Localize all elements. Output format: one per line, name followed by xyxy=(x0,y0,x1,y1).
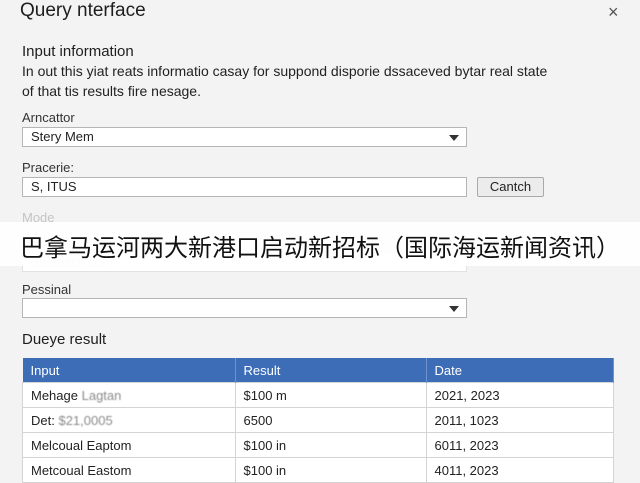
table-header-row: Input Result Date xyxy=(22,358,614,383)
pracerie-label: Pracerie: xyxy=(22,160,75,175)
cell-date: 4011, 2023 xyxy=(425,457,614,483)
close-icon[interactable]: × xyxy=(608,2,619,23)
cell-input: Mehage Lagtan xyxy=(22,382,236,408)
window-title: Query nterface xyxy=(20,0,146,21)
cell-date: 2021, 2023 xyxy=(425,382,614,408)
news-overlay-banner: 巴拿马运河两大新港口启动新招标（国际海运新闻资讯） xyxy=(0,222,640,266)
cantch-button[interactable]: Cantch xyxy=(477,177,544,197)
cell-input-text: Det: xyxy=(31,412,55,428)
column-header-date[interactable]: Date xyxy=(426,358,614,383)
cell-result: $100 m xyxy=(234,382,427,408)
table-row[interactable]: Mehage Lagtan $100 m 2021, 2023 xyxy=(22,382,614,408)
cell-input-text: Melcoual Eaptom xyxy=(31,437,132,453)
column-header-result[interactable]: Result xyxy=(235,358,427,383)
overlay-text: 巴拿马运河两大新港口启动新招标（国际海运新闻资讯） xyxy=(20,234,620,262)
cell-date: 6011, 2023 xyxy=(425,432,614,458)
cell-input: Melcoual Eaptom xyxy=(22,432,236,458)
table-row[interactable]: Det: $21,0005 6500 2011, 1023 xyxy=(22,407,614,433)
input-info-heading: Input information xyxy=(22,43,134,60)
cell-date: 2011, 1023 xyxy=(425,407,614,433)
cell-input: Metcoual Eastom xyxy=(22,457,236,483)
cell-result: $100 in xyxy=(234,457,427,483)
pessinal-label: Pessinal xyxy=(22,282,72,297)
arncattor-label: Arncattor xyxy=(22,110,75,125)
column-header-input[interactable]: Input xyxy=(22,358,236,383)
input-info-line-2: of that tis results fire nesage. xyxy=(22,83,201,99)
arncattor-select[interactable]: Stery Mem xyxy=(22,127,467,147)
pracerie-value: S, ITUS xyxy=(31,179,77,194)
cell-result: 6500 xyxy=(234,407,427,433)
input-info-line-1: In out this yiat reats informatio casay … xyxy=(22,63,548,79)
cell-result: $100 in xyxy=(234,432,427,458)
table-row[interactable]: Metcoual Eastom $100 in 4011, 2023 xyxy=(22,457,614,483)
cell-input-blurred: $21,0005 xyxy=(58,412,113,428)
chevron-down-icon xyxy=(449,135,459,141)
cell-input-text: Metcoual Eastom xyxy=(31,462,132,478)
results-table: Input Result Date Mehage Lagtan $100 m 2… xyxy=(22,358,614,483)
title-bar: Query nterface × xyxy=(0,0,640,26)
chevron-down-icon xyxy=(449,306,459,312)
results-heading: Dueye result xyxy=(22,331,107,348)
arncattor-value: Stery Mem xyxy=(31,129,94,144)
table-row[interactable]: Melcoual Eaptom $100 in 6011, 2023 xyxy=(22,432,614,458)
pessinal-select[interactable] xyxy=(22,298,467,318)
cell-input-text: Mehage xyxy=(31,387,78,403)
cell-input: Det: $21,0005 xyxy=(22,407,236,433)
cell-input-blurred: Lagtan xyxy=(81,387,122,403)
pracerie-input[interactable]: S, ITUS xyxy=(22,177,467,197)
